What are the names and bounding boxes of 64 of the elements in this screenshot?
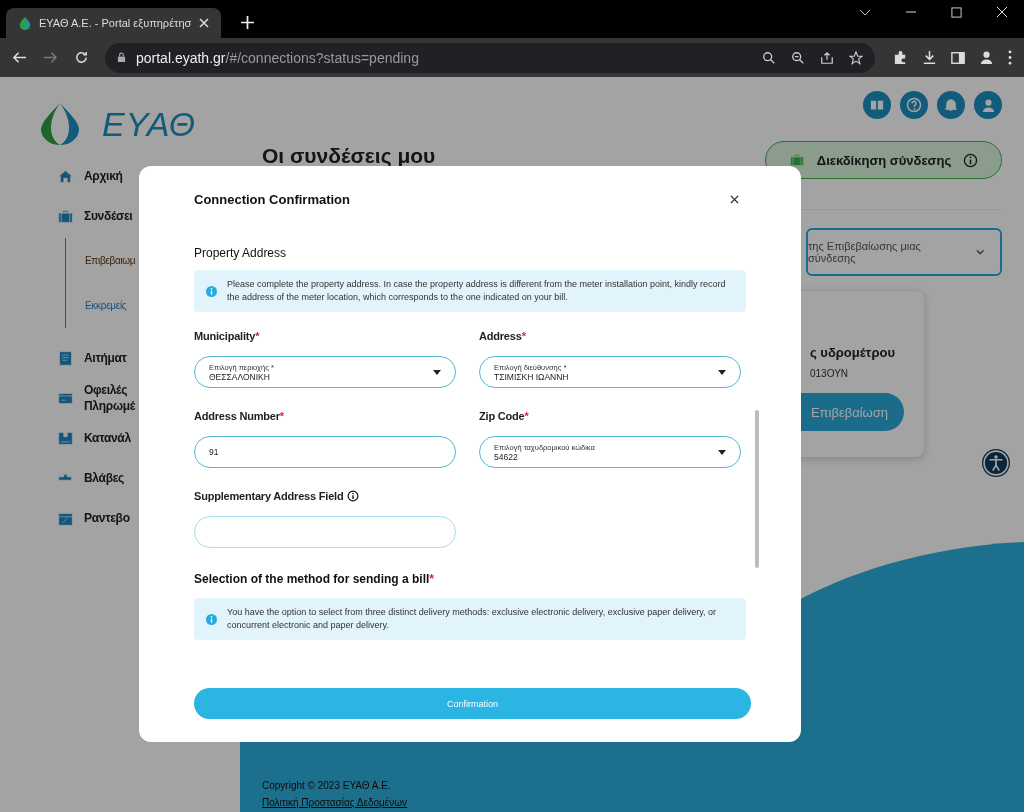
chevron-down-icon	[975, 249, 984, 255]
nav-item[interactable]: Αιτήματ	[40, 338, 127, 378]
star-icon[interactable]	[849, 50, 863, 65]
info-text: Please complete the property address. In case the property address is different from the meter installation point, kindly record the address of the meter location, which corresponds to the one indicated on your bill.	[227, 278, 727, 304]
page-title: Οι συνδέσεις μου	[262, 144, 436, 168]
field-label: Municipality*	[194, 330, 260, 342]
section-title: Property Address	[194, 246, 288, 260]
info-icon[interactable]	[963, 152, 979, 168]
subnav-item[interactable]: Επιβεβαιωμ	[85, 238, 136, 283]
caret-icon	[433, 370, 441, 375]
nav-item[interactable]: Ραντεβο	[40, 498, 130, 538]
section-title: Selection of the method for sending a bill*	[194, 572, 436, 586]
field-label: Zip Code*	[479, 410, 529, 422]
drop-logo-icon	[18, 16, 32, 30]
document-icon	[57, 349, 74, 367]
plus-icon[interactable]	[241, 16, 254, 29]
zoom-out-icon[interactable]	[791, 50, 805, 65]
share-icon[interactable]	[820, 50, 834, 65]
info-text: You have the option to select from three distinct delivery methods: exclusive electronic delivery, exclusive paper delivery, or concurrent electronic and paper delivery.	[227, 606, 718, 632]
copyright-text: Copyright © 2023 ΕΥΑΘ Α.Ε.	[262, 780, 392, 791]
search-icon[interactable]	[762, 50, 776, 65]
reload-icon[interactable]	[74, 50, 89, 65]
tab-title: ΕΥΑΘ Α.Ε. - Portal εξυπηρέτησ	[39, 17, 192, 29]
home-icon	[57, 167, 74, 185]
scrollbar[interactable]	[755, 410, 759, 568]
caret-icon	[718, 450, 726, 455]
info-icon[interactable]	[347, 490, 360, 502]
briefcase-icon	[788, 152, 805, 168]
caret-icon	[718, 370, 726, 375]
user-icon[interactable]	[974, 91, 1002, 119]
info-icon	[206, 613, 217, 625]
nav-item[interactable]: Κατανάλ	[40, 418, 131, 458]
side-panel-icon[interactable]	[951, 50, 965, 65]
bell-icon[interactable]	[937, 91, 965, 119]
nav-item[interactable]: Αρχική	[40, 156, 123, 196]
field-label: Address*	[479, 330, 526, 342]
puzzle-icon[interactable]	[893, 50, 908, 65]
nav-item[interactable]: Βλάβες	[40, 458, 125, 498]
book-icon[interactable]	[863, 91, 891, 119]
briefcase-icon	[57, 207, 74, 225]
forward-arrow-icon[interactable]	[43, 50, 58, 65]
close-icon[interactable]	[730, 194, 739, 204]
profile-icon[interactable]	[979, 50, 994, 65]
field-label: Supplementary Address Field	[194, 490, 344, 502]
privacy-policy-link[interactable]: Πολιτική Προστασίας Δεδομένων	[262, 797, 408, 808]
claim-connection-button[interactable]: Διεκδίκηση σύνδεσης	[765, 141, 1002, 179]
more-icon[interactable]	[1008, 50, 1012, 65]
maximize-icon[interactable]	[951, 6, 962, 18]
nav-item[interactable]: Οφειλές Πληρωμέ	[40, 378, 135, 418]
nav-item[interactable]: Συνδέσει	[40, 196, 133, 236]
back-arrow-icon[interactable]	[12, 50, 27, 65]
filter-dropdown[interactable]: της Επιβεβαίωσης μιας σύνδεσης	[806, 228, 1002, 276]
download-icon[interactable]	[922, 50, 937, 65]
info-icon	[206, 285, 217, 297]
browser-tab[interactable]: ΕΥΑΘ Α.Ε. - Portal εξυπηρέτησ	[6, 8, 221, 38]
meter-code: 013ΟΥΝ	[810, 368, 849, 379]
card-title: ς υδρομέτρου	[810, 345, 895, 360]
help-icon[interactable]	[900, 91, 928, 119]
modal-title: Connection Confirmation	[194, 191, 350, 207]
logo-text: ΕΥΑΘ	[102, 104, 197, 144]
address-bar[interactable]: portal.eyath.gr/#/connections?status=pending	[105, 42, 875, 73]
box-icon	[57, 429, 74, 447]
lock-icon	[117, 52, 126, 63]
field-label: Address Number*	[194, 410, 284, 422]
